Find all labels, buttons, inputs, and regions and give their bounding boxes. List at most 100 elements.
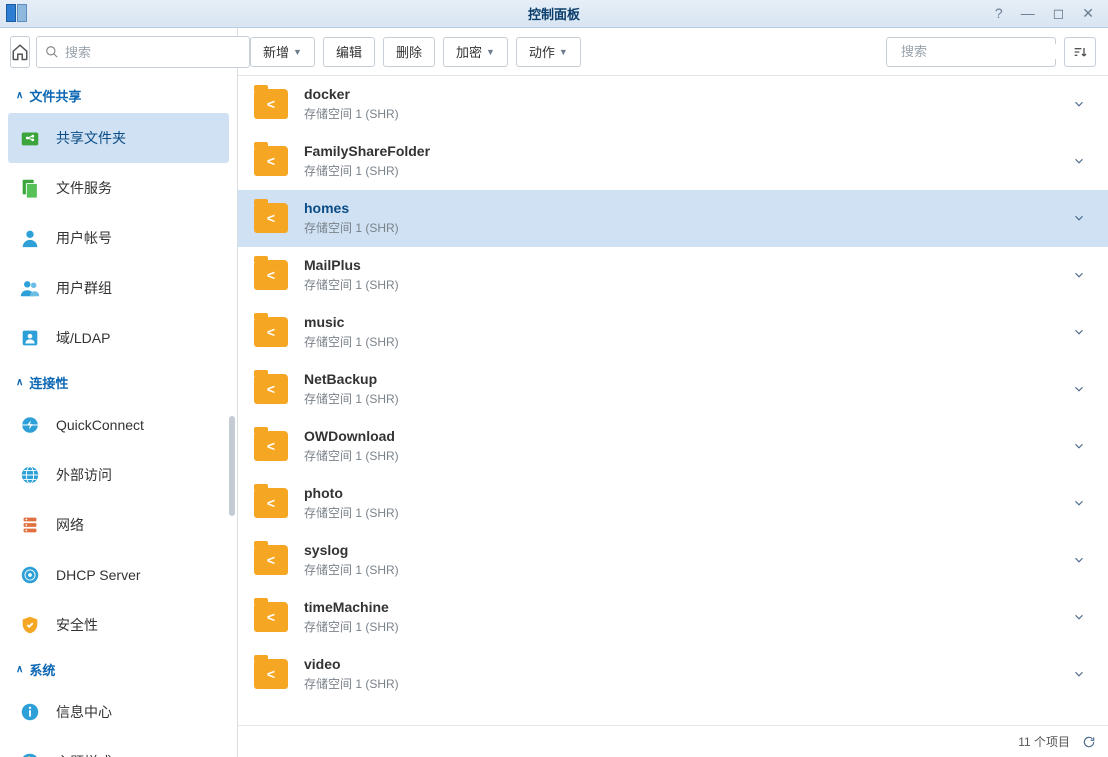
shared-folder-icon: <	[254, 431, 288, 461]
help-icon[interactable]: ?	[995, 5, 1003, 22]
sort-icon	[1072, 44, 1088, 60]
expand-button[interactable]	[1066, 97, 1092, 111]
edit-button[interactable]: 编辑	[323, 37, 375, 67]
sidebar-item-label: 共享文件夹	[56, 128, 126, 148]
action-button[interactable]: 动作▼	[516, 37, 581, 67]
expand-button[interactable]	[1066, 325, 1092, 339]
folder-row[interactable]: < music 存储空间 1 (SHR)	[238, 304, 1108, 361]
network-icon	[18, 513, 42, 537]
sidebar-section-2[interactable]: ∧ 系统	[0, 650, 237, 687]
external-access-icon	[18, 463, 42, 487]
shared-folder-icon: <	[254, 317, 288, 347]
expand-button[interactable]	[1066, 268, 1092, 282]
home-icon	[11, 43, 29, 61]
folder-row[interactable]: <OWDownload存储空间 1 (SHR)	[238, 418, 1108, 475]
sidebar-item-user-group[interactable]: 用户群组	[0, 263, 237, 313]
chevron-down-icon	[1072, 154, 1086, 168]
folder-location: 存储空间 1 (SHR)	[304, 675, 1050, 692]
folder-name: music	[304, 314, 1050, 330]
sort-button[interactable]	[1064, 37, 1096, 67]
sidebar-search-input[interactable]	[65, 45, 241, 60]
folder-row[interactable]: <FamilyShareFolder存储空间 1 (SHR)	[238, 133, 1108, 190]
sidebar-item-network[interactable]: 网络	[0, 500, 237, 550]
folder-location: 存储空间 1 (SHR)	[304, 561, 1050, 578]
user-account-icon	[18, 226, 42, 250]
sidebar-scrollbar[interactable]	[229, 416, 235, 516]
maximize-icon[interactable]: ◻	[1053, 5, 1065, 22]
expand-button[interactable]	[1066, 154, 1092, 168]
folder-row[interactable]: <photo存储空间 1 (SHR)	[238, 475, 1108, 532]
expand-button[interactable]	[1066, 439, 1092, 453]
titlebar: 控制面板 ? — ◻ ✕	[0, 0, 1108, 28]
sidebar-item-label: 域/LDAP	[56, 328, 110, 348]
shared-folder-icon: <	[254, 89, 288, 119]
expand-button[interactable]	[1066, 496, 1092, 510]
folder-location: 存储空间 1 (SHR)	[304, 333, 1050, 350]
folder-row[interactable]: <NetBackup存储空间 1 (SHR)	[238, 361, 1108, 418]
sidebar-search[interactable]	[36, 36, 250, 68]
security-icon	[18, 613, 42, 637]
sidebar-section-1[interactable]: ∧ 连接性	[0, 363, 237, 400]
user-group-icon	[18, 276, 42, 300]
chevron-down-icon	[1072, 553, 1086, 567]
info-center-icon	[18, 700, 42, 724]
delete-button[interactable]: 删除	[383, 37, 435, 67]
shared-folder-icon: <	[254, 203, 288, 233]
chevron-up-icon: ∧	[16, 377, 23, 388]
sidebar-item-external-access[interactable]: 外部访问	[0, 450, 237, 500]
sidebar-item-label: 用户帐号	[56, 228, 112, 248]
folder-row[interactable]: <video存储空间 1 (SHR)	[238, 646, 1108, 703]
folder-location: 存储空间 1 (SHR)	[304, 390, 1050, 407]
expand-button[interactable]	[1066, 610, 1092, 624]
expand-button[interactable]	[1066, 382, 1092, 396]
chevron-up-icon: ∧	[16, 664, 23, 675]
caret-down-icon: ▼	[293, 47, 302, 57]
shared-folder-icon: <	[254, 260, 288, 290]
shared-folder-icon: <	[254, 659, 288, 689]
sidebar-item-info-center[interactable]: 信息中心	[0, 687, 237, 737]
expand-button[interactable]	[1066, 667, 1092, 681]
sidebar-item-dhcp-server[interactable]: DHCP Server	[0, 550, 237, 600]
folder-name: homes	[304, 200, 1050, 216]
folder-name: photo	[304, 485, 1050, 501]
toolbar-search[interactable]	[886, 37, 1056, 67]
sidebar-item-domain-ldap[interactable]: 域/LDAP	[0, 313, 237, 363]
sidebar-section-0[interactable]: ∧文件共享	[0, 76, 237, 113]
chevron-down-icon	[1072, 325, 1086, 339]
folder-location: 存储空间 1 (SHR)	[304, 504, 1050, 521]
close-icon[interactable]: ✕	[1082, 5, 1094, 22]
encrypt-button[interactable]: 加密▼	[443, 37, 508, 67]
sidebar: ∧文件共享共享文件夹文件服务用户帐号用户群组域/LDAP∧连接性QuickCon…	[0, 28, 238, 757]
folder-name: MailPlus	[304, 257, 1050, 273]
folder-row[interactable]: <timeMachine存储空间 1 (SHR)	[238, 589, 1108, 646]
folder-name: FamilyShareFolder	[304, 143, 1050, 159]
folder-row[interactable]: < MailPlus 存储空间 1 (SHR)	[238, 247, 1108, 304]
file-services-icon	[18, 176, 42, 200]
sidebar-item-user-account[interactable]: 用户帐号	[0, 213, 237, 263]
toolbar-search-input[interactable]	[901, 44, 1077, 59]
sidebar-item-shared-folder[interactable]: 共享文件夹	[8, 113, 229, 163]
folder-row[interactable]: <syslog存储空间 1 (SHR)	[238, 532, 1108, 589]
expand-button[interactable]	[1066, 211, 1092, 225]
folder-name: timeMachine	[304, 599, 1050, 615]
expand-button[interactable]	[1066, 553, 1092, 567]
folder-row[interactable]: <homes存储空间 1 (SHR)	[238, 190, 1108, 247]
minimize-icon[interactable]: —	[1021, 5, 1035, 22]
sidebar-item-quickconnect[interactable]: QuickConnect	[0, 400, 237, 450]
sidebar-item-security[interactable]: 安全性	[0, 600, 237, 650]
home-button[interactable]	[10, 36, 30, 68]
new-button[interactable]: 新增▼	[250, 37, 315, 67]
theme-style-icon	[18, 750, 42, 757]
sidebar-item-theme-style[interactable]: 主题样式	[0, 737, 237, 757]
folder-row[interactable]: <docker存储空间 1 (SHR)	[238, 76, 1108, 133]
caret-down-icon: ▼	[559, 47, 568, 57]
section-label: 文件共享	[29, 86, 81, 105]
refresh-button[interactable]	[1082, 735, 1096, 749]
folder-location: 存储空间 1 (SHR)	[304, 276, 1050, 293]
section-label: 连接性	[29, 373, 68, 392]
sidebar-item-label: 网络	[56, 515, 84, 535]
section-label: 系统	[29, 660, 55, 679]
folder-name: OWDownload	[304, 428, 1050, 444]
chevron-down-icon	[1072, 97, 1086, 111]
sidebar-item-file-services[interactable]: 文件服务	[0, 163, 237, 213]
